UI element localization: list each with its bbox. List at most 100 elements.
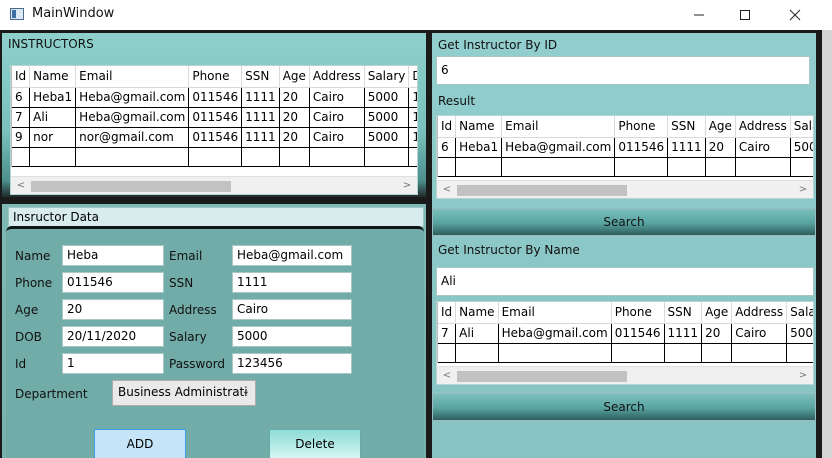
scrollbar-thumb[interactable] [457, 185, 627, 196]
table-cell[interactable]: 6 [11, 86, 31, 108]
search-by-id-button[interactable]: Search [432, 208, 816, 236]
table-cell[interactable]: 5000 [363, 106, 410, 128]
scroll-right-icon[interactable]: > [797, 184, 809, 195]
table-cell[interactable]: Cairo [734, 136, 791, 158]
new-row[interactable] [11, 146, 417, 167]
add-button[interactable]: ADD [94, 429, 186, 458]
scroll-left-icon[interactable]: < [441, 184, 453, 195]
table-cell[interactable] [614, 156, 669, 177]
table-cell[interactable] [75, 146, 190, 167]
table-cell[interactable] [363, 146, 410, 167]
table-cell[interactable]: 20 [278, 106, 310, 128]
table-cell[interactable]: 1111 [241, 106, 280, 128]
result-grid[interactable]: Id Name Email Phone SSN Age Address Sala… [436, 115, 814, 199]
column-header[interactable]: SSN [241, 66, 280, 88]
table-cell[interactable] [278, 146, 310, 167]
table-cell[interactable]: 5000 [363, 86, 410, 108]
table-cell[interactable]: Ali [29, 106, 77, 128]
column-header[interactable]: Name [29, 66, 77, 88]
table-cell[interactable]: 20 [701, 322, 733, 344]
table-cell[interactable] [437, 156, 457, 177]
table-row[interactable]: 6 Heba1 Heba@gmail.com 011546 1111 20 Ca… [437, 136, 813, 158]
column-header[interactable]: Address [735, 116, 791, 138]
table-cell[interactable] [663, 342, 703, 363]
table-cell[interactable]: 1111 [667, 136, 706, 158]
scroll-right-icon[interactable]: > [401, 180, 413, 191]
minimize-button[interactable] [676, 0, 722, 30]
table-cell[interactable]: Heba@gmail.com [75, 106, 190, 128]
table-cell[interactable]: 011546 [188, 126, 243, 148]
dob-field[interactable]: 20/11/2020 [62, 326, 164, 347]
column-header[interactable]: Salary [364, 66, 410, 88]
table-cell[interactable]: 20 [278, 126, 310, 148]
table-cell[interactable]: 7 [11, 106, 31, 128]
table-cell[interactable] [610, 342, 665, 363]
department-select[interactable]: Business Administrati ⌄ [112, 380, 256, 406]
column-header[interactable]: Id [437, 302, 457, 324]
column-header[interactable]: Address [731, 302, 788, 324]
table-row[interactable]: 9 nor nor@gmail.com 011546 1111 20 Cairo… [11, 126, 417, 148]
table-cell[interactable] [786, 342, 813, 363]
instructor-id-input[interactable]: 6 [436, 56, 810, 85]
scroll-left-icon[interactable]: < [441, 370, 453, 381]
scroll-left-icon[interactable]: < [15, 180, 27, 191]
email-field[interactable]: Heba@gmail.com [232, 245, 352, 266]
column-header[interactable]: Salar [786, 302, 813, 324]
new-row[interactable] [437, 342, 813, 363]
table-cell[interactable] [455, 156, 503, 177]
table-cell[interactable]: 011546 [188, 106, 243, 128]
table-cell[interactable]: nor [29, 126, 77, 148]
instructors-grid[interactable]: Id Name Email Phone SSN Age Address Sala… [10, 65, 418, 195]
table-cell[interactable]: Heba1 [455, 136, 503, 158]
address-field[interactable]: Cairo [232, 299, 352, 320]
maximize-button[interactable] [722, 0, 768, 30]
column-header[interactable]: Email [501, 116, 616, 138]
phone-field[interactable]: 011546 [62, 272, 164, 293]
column-header[interactable]: Age [705, 116, 736, 138]
scrollbar-thumb[interactable] [457, 371, 627, 382]
column-header[interactable]: Email [498, 302, 612, 324]
column-header[interactable]: Address [309, 66, 365, 88]
column-header[interactable]: Phone [614, 116, 669, 138]
table-cell[interactable]: 011546 [610, 322, 665, 344]
ssn-field[interactable]: 1111 [232, 272, 352, 293]
table-cell[interactable] [501, 156, 616, 177]
new-row[interactable] [437, 156, 813, 177]
table-cell[interactable]: Ali [455, 322, 499, 344]
column-header[interactable]: Phone [188, 66, 243, 88]
column-header[interactable]: Age [701, 302, 733, 324]
close-button[interactable] [772, 0, 818, 30]
table-cell[interactable] [789, 156, 813, 177]
table-cell[interactable] [667, 156, 706, 177]
column-header[interactable]: DO [408, 66, 417, 88]
table-cell[interactable]: 20 [278, 86, 310, 108]
table-cell[interactable]: 20 [704, 136, 736, 158]
horizontal-scrollbar[interactable]: < > [437, 366, 813, 384]
column-header[interactable]: SSN [664, 302, 703, 324]
column-header[interactable]: Id [437, 116, 457, 138]
scrollbar-thumb[interactable] [31, 181, 231, 192]
column-header[interactable]: Age [279, 66, 310, 88]
column-header[interactable]: Id [11, 66, 31, 88]
age-field[interactable]: 20 [62, 299, 164, 320]
horizontal-scrollbar[interactable]: < > [11, 176, 417, 194]
column-header[interactable]: SSN [667, 116, 706, 138]
table-cell[interactable]: 9 [11, 126, 31, 148]
table-cell[interactable] [241, 146, 280, 167]
name-field[interactable]: Heba [62, 245, 164, 266]
table-row[interactable]: 7 Ali Heba@gmail.com 011546 1111 20 Cair… [11, 106, 417, 128]
table-cell[interactable]: nor@gmail.com [75, 126, 190, 148]
search-by-name-button[interactable]: Search [432, 393, 816, 421]
table-cell[interactable] [188, 146, 243, 167]
table-cell[interactable]: Heba@gmail.com [497, 322, 612, 344]
password-field[interactable]: 123456 [232, 353, 352, 374]
table-cell[interactable] [408, 146, 417, 167]
table-cell[interactable]: 5000 [363, 126, 410, 148]
delete-button[interactable]: Delete [269, 429, 361, 458]
table-cell[interactable]: 7 [437, 322, 457, 344]
name-result-grid[interactable]: Id Name Email Phone SSN Age Address Sala… [436, 301, 814, 385]
table-cell[interactable]: 6 [437, 136, 457, 158]
table-cell[interactable]: 1/1 [408, 126, 417, 148]
table-cell[interactable] [704, 156, 736, 177]
table-cell[interactable] [29, 146, 77, 167]
